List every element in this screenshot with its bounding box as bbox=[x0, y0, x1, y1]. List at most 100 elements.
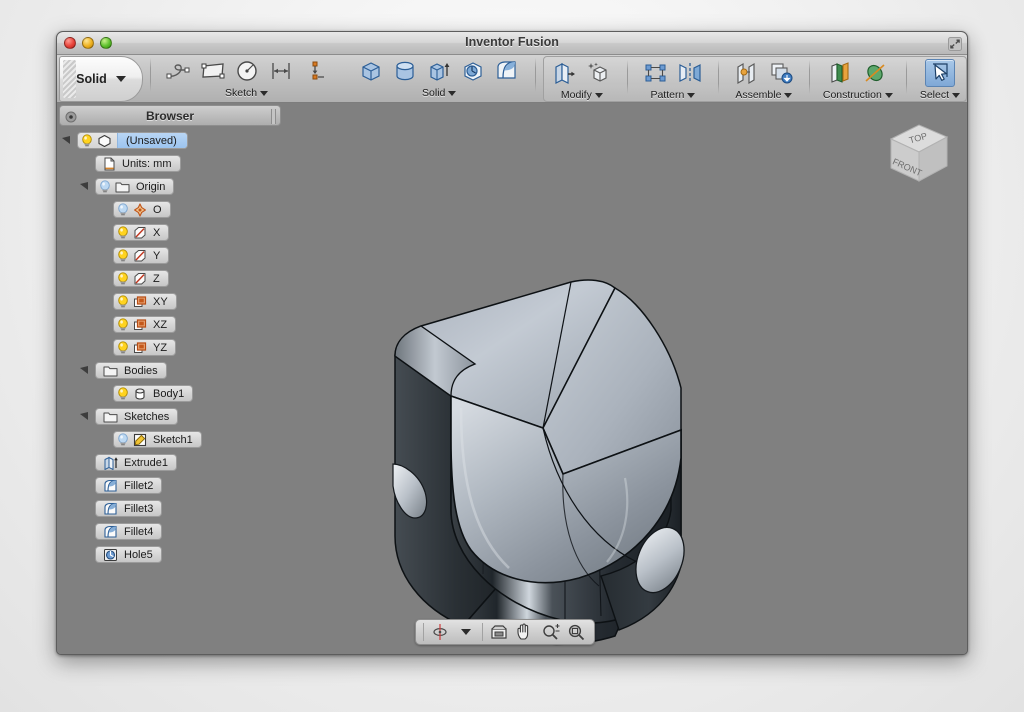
bulb-on-icon[interactable] bbox=[117, 318, 129, 331]
tree-item-pill[interactable]: XZ bbox=[113, 316, 177, 333]
bulb-on-icon[interactable] bbox=[81, 134, 93, 147]
pan-hand-icon[interactable] bbox=[513, 621, 537, 643]
ribbon-group-label-select[interactable]: Select bbox=[920, 89, 961, 101]
tree-item-pill[interactable]: Fillet4 bbox=[95, 523, 163, 540]
modify-press-pull-icon[interactable] bbox=[550, 59, 580, 87]
tree-item-x[interactable]: X bbox=[59, 224, 281, 241]
select-arrow-icon[interactable] bbox=[924, 59, 955, 87]
tree-item-xz[interactable]: XZ bbox=[59, 316, 281, 333]
bulb-on-icon[interactable] bbox=[117, 249, 129, 262]
tree-item-pill[interactable]: Fillet3 bbox=[95, 500, 163, 517]
solid-fillet-icon[interactable] bbox=[492, 57, 522, 85]
tree-item-pill[interactable]: Origin bbox=[95, 178, 175, 195]
group-label-text: Construction bbox=[822, 89, 882, 101]
disclosure-triangle-icon[interactable] bbox=[79, 181, 89, 191]
chevron-down-icon[interactable] bbox=[454, 621, 478, 643]
tree-item-label: Sketches bbox=[124, 410, 170, 423]
disclosure-triangle-icon[interactable] bbox=[79, 365, 89, 375]
zoom-window-icon[interactable] bbox=[565, 621, 589, 643]
ribbon-group-label-construction[interactable]: Construction bbox=[823, 89, 893, 101]
sketch-line-icon[interactable] bbox=[164, 57, 194, 85]
construction-axis-icon[interactable] bbox=[860, 59, 890, 87]
tree-item-extrude1[interactable]: Extrude1 bbox=[59, 454, 281, 471]
panel-grabber-icon[interactable] bbox=[271, 109, 276, 124]
construction-plane-icon[interactable] bbox=[826, 59, 856, 87]
resize-corner-icon[interactable] bbox=[948, 37, 962, 51]
tree-item-z[interactable]: Z bbox=[59, 270, 281, 287]
tree-item-pill[interactable]: Extrude1 bbox=[95, 454, 178, 471]
tree-item-sketch1[interactable]: Sketch1 bbox=[59, 431, 281, 448]
modify-move-icon[interactable] bbox=[584, 59, 614, 87]
tree-item-label: Bodies bbox=[124, 364, 158, 377]
tree-item-label: Origin bbox=[136, 180, 166, 193]
tree-item-pill[interactable]: Bodies bbox=[95, 362, 167, 379]
tree-item-unsaved[interactable]: (Unsaved) bbox=[59, 132, 281, 149]
tree-item-pill[interactable]: X bbox=[113, 224, 170, 241]
ribbon-group-label-sketch[interactable]: Sketch bbox=[225, 87, 269, 99]
tree-item-yz[interactable]: YZ bbox=[59, 339, 281, 356]
tree-item-fillet4[interactable]: Fillet4 bbox=[59, 523, 281, 540]
tree-item-o[interactable]: O bbox=[59, 201, 281, 218]
bulb-on-icon[interactable] bbox=[117, 226, 129, 239]
ribbon-group-label-assemble[interactable]: Assemble bbox=[735, 89, 793, 101]
solid-box-icon[interactable] bbox=[356, 57, 386, 85]
solid-revolve-icon[interactable] bbox=[458, 57, 488, 85]
bulb-on-icon[interactable] bbox=[117, 387, 129, 400]
feature-hole-icon bbox=[103, 548, 118, 562]
tree-item-fillet2[interactable]: Fillet2 bbox=[59, 477, 281, 494]
tree-item-pill[interactable]: YZ bbox=[113, 339, 177, 356]
tree-item-pill[interactable]: Fillet2 bbox=[95, 477, 163, 494]
tree-item-pill[interactable]: Y bbox=[113, 247, 170, 264]
pattern-mirror-icon[interactable] bbox=[675, 59, 705, 87]
tree-item-origin[interactable]: Origin bbox=[59, 178, 281, 195]
tree-item-pill[interactable]: Hole5 bbox=[95, 546, 162, 563]
ribbon-group-label-solid[interactable]: Solid bbox=[422, 87, 457, 99]
ribbon-group-label-modify[interactable]: Modify bbox=[561, 89, 603, 101]
tree-item-pill[interactable]: O bbox=[113, 201, 171, 218]
sketch-constraint-icon[interactable] bbox=[300, 57, 330, 85]
tree-item-pill[interactable]: Z bbox=[113, 270, 169, 287]
assemble-joint-icon[interactable] bbox=[732, 59, 762, 87]
model-body1[interactable] bbox=[375, 278, 715, 654]
sketch-circle-icon[interactable] bbox=[232, 57, 262, 85]
ribbon-group-label-pattern[interactable]: Pattern bbox=[650, 89, 696, 101]
sketch-rectangle-icon[interactable] bbox=[198, 57, 228, 85]
viewport-canvas[interactable]: Browser (Unsaved) Units: mm Origin O X Y … bbox=[57, 103, 967, 654]
tree-item-pill[interactable]: Units: mm bbox=[95, 155, 181, 172]
pattern-rectangular-icon[interactable] bbox=[641, 59, 671, 87]
tree-item-y[interactable]: Y bbox=[59, 247, 281, 264]
bulb-off-icon[interactable] bbox=[117, 203, 129, 216]
tree-item-fillet3[interactable]: Fillet3 bbox=[59, 500, 281, 517]
tree-item-xy[interactable]: XY bbox=[59, 293, 281, 310]
orbit-icon[interactable] bbox=[428, 621, 452, 643]
zoom-inout-icon[interactable] bbox=[539, 621, 563, 643]
tree-item-body1[interactable]: Body1 bbox=[59, 385, 281, 402]
tree-item-bodies[interactable]: Bodies bbox=[59, 362, 281, 379]
assemble-insert-icon[interactable] bbox=[766, 59, 796, 87]
disclosure-triangle-icon[interactable] bbox=[61, 135, 71, 145]
bulb-on-icon[interactable] bbox=[117, 341, 129, 354]
bulb-off-icon[interactable] bbox=[99, 180, 111, 193]
tree-item-units-mm[interactable]: Units: mm bbox=[59, 155, 281, 172]
solid-cylinder-icon[interactable] bbox=[390, 57, 420, 85]
tree-item-hole5[interactable]: Hole5 bbox=[59, 546, 281, 563]
gear-icon[interactable] bbox=[65, 110, 77, 128]
chevron-down-icon bbox=[260, 90, 269, 96]
tree-item-pill[interactable]: XY bbox=[113, 293, 177, 310]
document-body-icon bbox=[97, 134, 112, 148]
workspace-selector[interactable]: Solid bbox=[59, 56, 143, 102]
solid-extrude-icon[interactable] bbox=[424, 57, 454, 85]
tree-item-sketches[interactable]: Sketches bbox=[59, 408, 281, 425]
tree-item-pill[interactable]: Sketches bbox=[95, 408, 179, 425]
tree-item-pill[interactable]: (Unsaved) bbox=[77, 132, 188, 149]
disclosure-triangle-icon[interactable] bbox=[79, 411, 89, 421]
view-cube[interactable]: TOP FRONT bbox=[879, 111, 957, 187]
bulb-off-icon[interactable] bbox=[117, 433, 129, 446]
bulb-on-icon[interactable] bbox=[117, 295, 129, 308]
tree-item-pill[interactable]: Sketch1 bbox=[113, 431, 202, 448]
tree-item-pill[interactable]: Body1 bbox=[113, 385, 194, 402]
tree-item-label: Z bbox=[153, 272, 160, 285]
sketch-dimension-icon[interactable] bbox=[266, 57, 296, 85]
look-at-icon[interactable] bbox=[487, 621, 511, 643]
bulb-on-icon[interactable] bbox=[117, 272, 129, 285]
